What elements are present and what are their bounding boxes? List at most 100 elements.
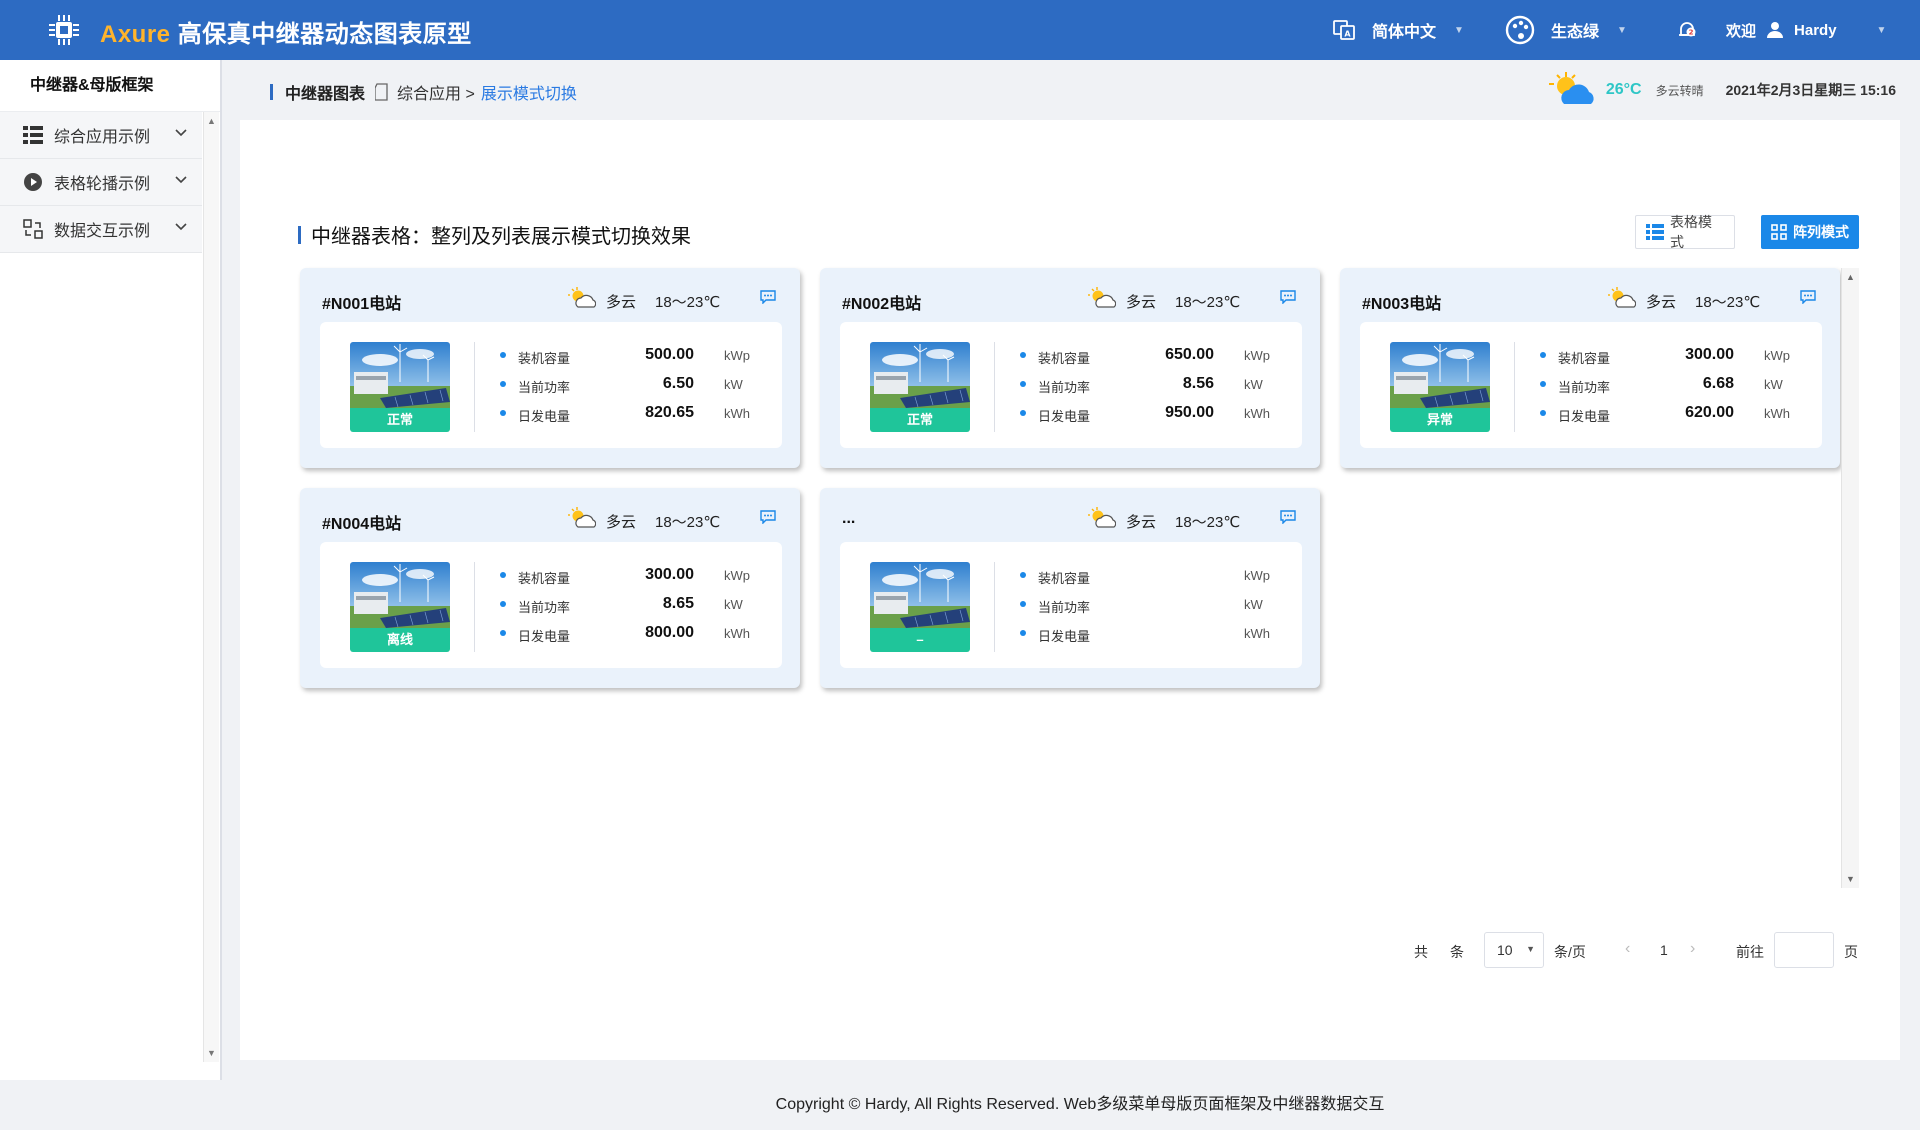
metric-unit: kW — [1764, 377, 1783, 392]
bullet-dot — [500, 410, 506, 416]
accent-bar — [270, 84, 273, 100]
metric-energy: 日发电量 820.65 kWh — [500, 404, 760, 424]
accent-bar — [298, 225, 301, 244]
current-page-number[interactable]: 1 — [1660, 942, 1668, 958]
user-menu[interactable]: 欢迎 Hardy ▼ — [1726, 0, 1886, 60]
station-photo: 正常 — [870, 342, 970, 432]
metric-label: 装机容量 — [1558, 351, 1611, 366]
station-temperature: 18～23℃ — [1695, 294, 1761, 311]
scroll-down-icon[interactable]: ▼ — [1846, 874, 1855, 884]
message-icon[interactable] — [760, 290, 776, 304]
svg-text:A: A — [1344, 30, 1351, 39]
metric-unit: kWh — [724, 626, 750, 641]
play-circle-icon — [22, 171, 44, 193]
next-page-button[interactable]: › — [1690, 940, 1695, 958]
pagination-total-suffix: 条 — [1450, 944, 1464, 960]
station-card[interactable]: #N002电站 多云 18～23℃ 正常 装机容量 650.00 kWp 当前功… — [820, 268, 1320, 468]
page-size-select[interactable]: 10 ▼ — [1484, 932, 1544, 968]
metric-capacity: 装机容量 650.00 kWp — [1020, 346, 1280, 366]
language-label: 简体中文 — [1372, 24, 1437, 41]
metric-unit: kWp — [1244, 348, 1270, 363]
metric-value: 500.00 — [645, 346, 694, 363]
bullet-dot — [1540, 381, 1546, 387]
theme-switch[interactable]: 生态绿 ▼ — [1505, 0, 1627, 60]
user-name: Hardy — [1794, 21, 1837, 39]
scroll-up-icon[interactable]: ▲ — [1846, 272, 1855, 282]
metric-value: 6.68 — [1702, 375, 1734, 392]
station-temperature: 18～23℃ — [655, 294, 721, 311]
station-card[interactable]: #N003电站 多云 18～23℃ 异常 装机容量 300.00 kWp 当前功… — [1340, 268, 1840, 468]
translate-icon: A — [1333, 20, 1355, 40]
metric-energy: 日发电量 950.00 kWh — [1020, 404, 1280, 424]
station-photo: 正常 — [350, 342, 450, 432]
sidebar-item-data-interaction[interactable]: 数据交互示例 — [0, 206, 202, 253]
welcome-label: 欢迎 — [1726, 22, 1757, 40]
table-mode-button[interactable]: 表格模式 — [1635, 214, 1735, 250]
sidebar-scrollbar[interactable]: ▲ ▼ — [203, 112, 219, 1062]
top-header: Axure 高保真中继器动态图表原型 A 简体中文 ▼ 生态绿 ▼ 2 欢迎 H… — [0, 0, 1920, 60]
language-switch[interactable]: A 简体中文 ▼ — [1332, 0, 1464, 60]
cards-scrollbar[interactable]: ▲ ▼ — [1841, 268, 1859, 888]
station-name: ... — [842, 510, 856, 527]
partly-cloudy-icon — [1548, 72, 1594, 104]
station-name: #N001电站 — [322, 296, 402, 313]
station-status-badge: – — [870, 628, 970, 652]
weather-temperature: 26°C — [1605, 81, 1642, 98]
station-weather: 多云 — [1126, 514, 1157, 531]
goto-page-input[interactable] — [1774, 932, 1834, 968]
notification-bell[interactable]: 2 — [1676, 0, 1698, 60]
weather-description: 多云转晴 — [1655, 83, 1704, 98]
grid-mode-button[interactable]: 阵列模式 — [1761, 215, 1859, 249]
message-icon[interactable] — [760, 510, 776, 524]
station-weather: 多云 — [606, 514, 637, 531]
palette-icon — [1505, 15, 1535, 45]
message-icon[interactable] — [1800, 290, 1816, 304]
metric-unit: kW — [724, 597, 743, 612]
metric-unit: kWh — [1764, 406, 1790, 421]
chip-logo-icon — [49, 15, 79, 45]
metric-label: 日发电量 — [518, 629, 571, 644]
metric-label: 日发电量 — [518, 409, 571, 424]
station-temperature: 18～23℃ — [655, 514, 721, 531]
section-title: 中继器表格：整列及列表展示模式切换效果 — [298, 220, 691, 249]
metric-capacity: 装机容量 300.00 kWp — [1540, 346, 1800, 366]
station-detail-panel: 异常 装机容量 300.00 kWp 当前功率 6.68 kW 日发电量 620… — [1360, 322, 1822, 448]
bullet-dot — [1020, 572, 1026, 578]
sidebar-item-integrated-apps[interactable]: 综合应用示例 — [0, 112, 202, 159]
station-status-badge: 正常 — [870, 408, 970, 432]
metric-unit: kWp — [1764, 348, 1790, 363]
metric-value: 8.56 — [1182, 375, 1214, 392]
weather-widget: 26°C 多云转晴 2021年2月3日星期三 15:16 — [1548, 70, 1896, 110]
message-icon[interactable] — [1280, 290, 1296, 304]
goto-label: 前往 — [1736, 944, 1764, 960]
metric-label: 装机容量 — [518, 351, 571, 366]
user-icon — [1767, 22, 1784, 38]
divider — [994, 342, 995, 432]
breadcrumb-level1[interactable]: 综合应用 > — [397, 80, 475, 104]
station-card[interactable]: #N001电站 多云 18～23℃ 正常 装机容量 500.00 kWp 当前功… — [300, 268, 800, 468]
prev-page-button[interactable]: ‹ — [1625, 940, 1630, 958]
message-icon[interactable] — [1280, 510, 1296, 524]
divider — [1514, 342, 1515, 432]
metric-capacity: 装机容量 300.00 kWp — [500, 566, 760, 586]
station-card[interactable]: #N004电站 多云 18～23℃ 离线 装机容量 300.00 kWp 当前功… — [300, 488, 800, 688]
metric-label: 装机容量 — [1038, 571, 1091, 586]
pagination: 共 条 10 ▼ 条/页 ‹ 1 › 前往 页 — [240, 932, 1900, 968]
sidebar-item-table-carousel[interactable]: 表格轮播示例 — [0, 159, 202, 206]
sidebar-menu: 综合应用示例 表格轮播示例 数据交互示例 — [0, 112, 202, 253]
scroll-down-icon[interactable]: ▼ — [207, 1048, 216, 1058]
bullet-dot — [1540, 410, 1546, 416]
metric-power: 当前功率 8.65 kW — [500, 595, 760, 615]
divider — [474, 562, 475, 652]
metric-unit: kWp — [724, 568, 750, 583]
station-photo: – — [870, 562, 970, 652]
station-card[interactable]: ... 多云 18～23℃ – 装机容量 kWp 当前功率 kW 日发电量 kW… — [820, 488, 1320, 688]
metric-label: 当前功率 — [1038, 380, 1091, 395]
metric-energy: 日发电量 620.00 kWh — [1540, 404, 1800, 424]
partly-cloudy-icon — [1608, 287, 1636, 308]
station-detail-panel: 正常 装机容量 650.00 kWp 当前功率 8.56 kW 日发电量 950… — [840, 322, 1302, 448]
scroll-up-icon[interactable]: ▲ — [207, 116, 216, 126]
station-name: #N003电站 — [1362, 296, 1442, 313]
sidebar: 中继器&母版框架 综合应用示例 表格轮播示例 数据交互示例 ▲ ▼ — [0, 60, 222, 1080]
breadcrumb-root[interactable]: 中继器图表 — [285, 80, 365, 104]
